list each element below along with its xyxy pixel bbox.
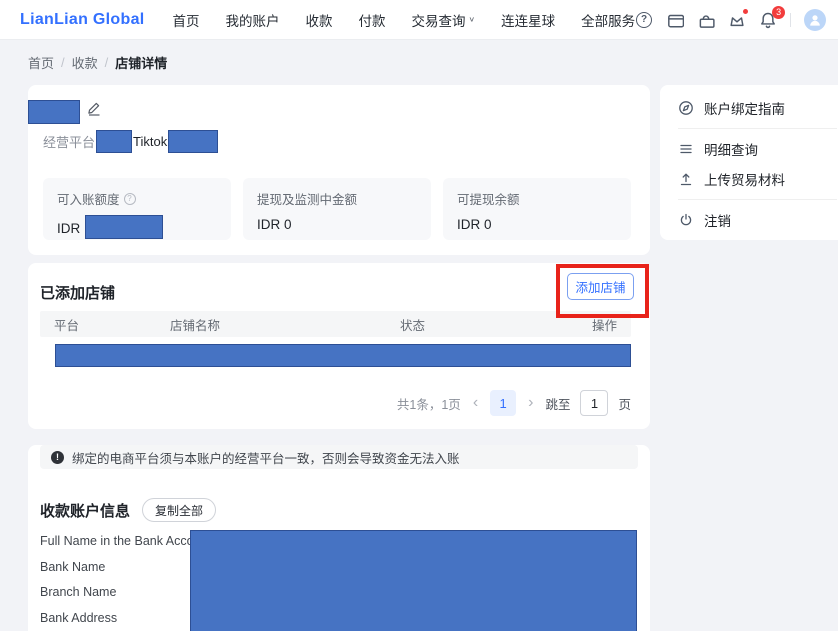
sidebar-item-detail-query[interactable]: 明细查询 xyxy=(660,134,838,164)
page-jump-input[interactable]: 1 xyxy=(580,390,609,416)
redacted-table-row xyxy=(55,344,631,367)
stat-value: IDR xyxy=(57,215,217,239)
nav-divider xyxy=(790,12,792,27)
nav-item-lianlian-planet[interactable]: 连连星球 xyxy=(501,10,555,30)
info-circle-icon: ! xyxy=(51,450,64,464)
current-page-button[interactable]: 1 xyxy=(490,390,517,416)
sidebar-item-binding-guide[interactable]: 账户绑定指南 xyxy=(660,93,838,123)
crown-notification-dot xyxy=(743,8,749,14)
account-info-title: 收款账户信息 xyxy=(40,502,131,520)
shops-table: 平台 店铺名称 状态 操作 xyxy=(40,311,631,367)
nav-item-transaction-query[interactable]: 交易查询 ∨ xyxy=(412,10,476,30)
bell-icon[interactable]: 3 xyxy=(759,5,786,29)
card-icon[interactable] xyxy=(666,11,685,29)
edit-pencil-icon[interactable] xyxy=(86,100,102,119)
balance-stats-row: 可入账额度 ? IDR 提现及监测中金额 IDR 0 可提现余额 IDR 0 xyxy=(43,178,631,240)
pagination: 共1条，1页 ‹ 1 › 跳至 1 页 xyxy=(397,390,631,416)
nav-right-tools: ? 3 xyxy=(635,5,827,31)
table-header-row: 平台 店铺名称 状态 操作 xyxy=(40,311,631,337)
avatar[interactable] xyxy=(804,8,827,31)
sidebar-item-upload-trade-materials[interactable]: 上传贸易材料 xyxy=(660,164,838,194)
stat-label: 提现及监测中金额 xyxy=(257,193,358,207)
sidebar-item-label: 注销 xyxy=(704,214,731,229)
stat-card-withdrawing-amount: 提现及监测中金额 IDR 0 xyxy=(243,178,431,240)
nav-item-pay[interactable]: 付款 xyxy=(359,10,386,30)
redacted-amount xyxy=(85,215,164,239)
list-icon xyxy=(680,144,692,154)
column-status: 状态 xyxy=(400,318,426,333)
operating-platform-value: Tiktok xyxy=(133,133,168,149)
added-shops-title: 已添加店铺 xyxy=(40,285,116,302)
binding-notice-text: 绑定的电商平台须与本账户的经营平台一致，否则会导致资金无法入账 xyxy=(72,451,460,466)
copy-all-button[interactable]: 复制全部 xyxy=(142,498,217,522)
prev-page-icon[interactable]: ‹ xyxy=(471,395,480,411)
redacted-account-name xyxy=(28,100,80,124)
field-label-bank-address: Bank Address xyxy=(40,610,118,625)
crown-icon[interactable] xyxy=(728,8,749,29)
gift-icon[interactable] xyxy=(697,11,715,29)
chevron-down-icon: ∨ xyxy=(468,15,476,24)
operating-platform-label: 经营平台 xyxy=(43,134,96,150)
column-platform: 平台 xyxy=(54,318,80,333)
nav-item-home[interactable]: 首页 xyxy=(173,10,200,30)
help-icon[interactable]: ? xyxy=(635,11,653,29)
add-shop-button[interactable]: 添加店铺 xyxy=(567,273,634,300)
currency-code: IDR xyxy=(57,220,81,236)
account-info-header: 收款账户信息 复制全部 xyxy=(40,498,217,522)
breadcrumb-separator: / xyxy=(104,55,109,70)
bank-fields: Full Name in the Bank Acco... Bank Name … xyxy=(40,529,204,631)
nav-item-transaction-query-label: 交易查询 xyxy=(411,13,466,29)
main-content: 经营平台 Tiktok 可入账额度 ? IDR 提现及监测中金额 IDR 0 可… xyxy=(28,85,650,631)
receiving-account-card: ! 绑定的电商平台须与本账户的经营平台一致，否则会导致资金无法入账 收款账户信息… xyxy=(28,445,650,631)
top-navigation-bar: LianLian Global 首页 我的账户 收款 付款 交易查询 ∨ 连连星… xyxy=(0,0,838,40)
operating-platform-row: 经营平台 Tiktok xyxy=(43,129,219,153)
sidebar-item-label: 明细查询 xyxy=(704,143,758,158)
next-page-icon[interactable]: › xyxy=(526,395,535,411)
bell-badge: 3 xyxy=(772,5,786,19)
stat-value: IDR 0 xyxy=(457,217,492,232)
column-actions: 操作 xyxy=(591,318,617,333)
binding-notice-bar: ! 绑定的电商平台须与本账户的经营平台一致，否则会导致资金无法入账 xyxy=(40,445,638,469)
stat-label: 可提现余额 xyxy=(457,193,520,207)
page-unit-label: 页 xyxy=(618,397,631,412)
quick-actions-sidebar: 账户绑定指南 明细查询 上传贸易材料 注销 xyxy=(660,85,838,240)
stat-card-withdrawable-balance: 可提现余额 IDR 0 xyxy=(443,178,631,240)
upload-icon xyxy=(680,173,692,186)
sidebar-item-label: 上传贸易材料 xyxy=(704,173,785,188)
pagination-summary: 共1条，1页 xyxy=(396,397,461,412)
power-icon xyxy=(680,213,692,226)
field-label-full-name: Full Name in the Bank Acco... xyxy=(40,534,204,548)
sidebar-item-label: 账户绑定指南 xyxy=(704,102,785,117)
compass-icon xyxy=(679,101,693,115)
breadcrumb-shop-detail: 店铺详情 xyxy=(115,56,168,71)
question-circle-icon[interactable]: ? xyxy=(123,192,136,205)
column-shop-name: 店铺名称 xyxy=(170,318,221,333)
shop-profile-card: 经营平台 Tiktok 可入账额度 ? IDR 提现及监测中金额 IDR 0 可… xyxy=(28,85,650,255)
sidebar-divider xyxy=(678,199,837,200)
main-nav: 首页 我的账户 收款 付款 交易查询 ∨ 连连星球 全部服务 xyxy=(173,10,636,30)
nav-item-all-services[interactable]: 全部服务 xyxy=(581,10,635,30)
breadcrumb-home[interactable]: 首页 xyxy=(28,53,54,72)
breadcrumb-separator: / xyxy=(61,55,65,70)
redacted-bank-details xyxy=(190,530,637,631)
field-label-bank-name: Bank Name xyxy=(40,559,106,574)
breadcrumb: 首页 / 收款 / 店铺详情 xyxy=(0,40,838,85)
stat-value: IDR 0 xyxy=(257,217,292,232)
nav-item-my-account[interactable]: 我的账户 xyxy=(226,10,280,30)
added-shops-card: 已添加店铺 添加店铺 平台 店铺名称 状态 操作 共1条，1页 ‹ 1 › 跳至… xyxy=(28,263,650,429)
jump-to-label: 跳至 xyxy=(545,397,571,412)
nav-item-receive[interactable]: 收款 xyxy=(306,10,333,30)
stat-label: 可入账额度 ? xyxy=(57,189,217,208)
breadcrumb-receive[interactable]: 收款 xyxy=(72,53,98,72)
field-label-branch-name: Branch Name xyxy=(40,585,117,599)
redacted-platform-segment xyxy=(168,129,219,153)
redacted-platform-segment xyxy=(96,129,133,153)
stat-card-creditable-limit: 可入账额度 ? IDR xyxy=(43,178,231,240)
sidebar-item-logout[interactable]: 注销 xyxy=(660,205,838,235)
sidebar-divider xyxy=(678,128,837,129)
lianlian-global-logo[interactable]: LianLian Global xyxy=(20,11,145,29)
